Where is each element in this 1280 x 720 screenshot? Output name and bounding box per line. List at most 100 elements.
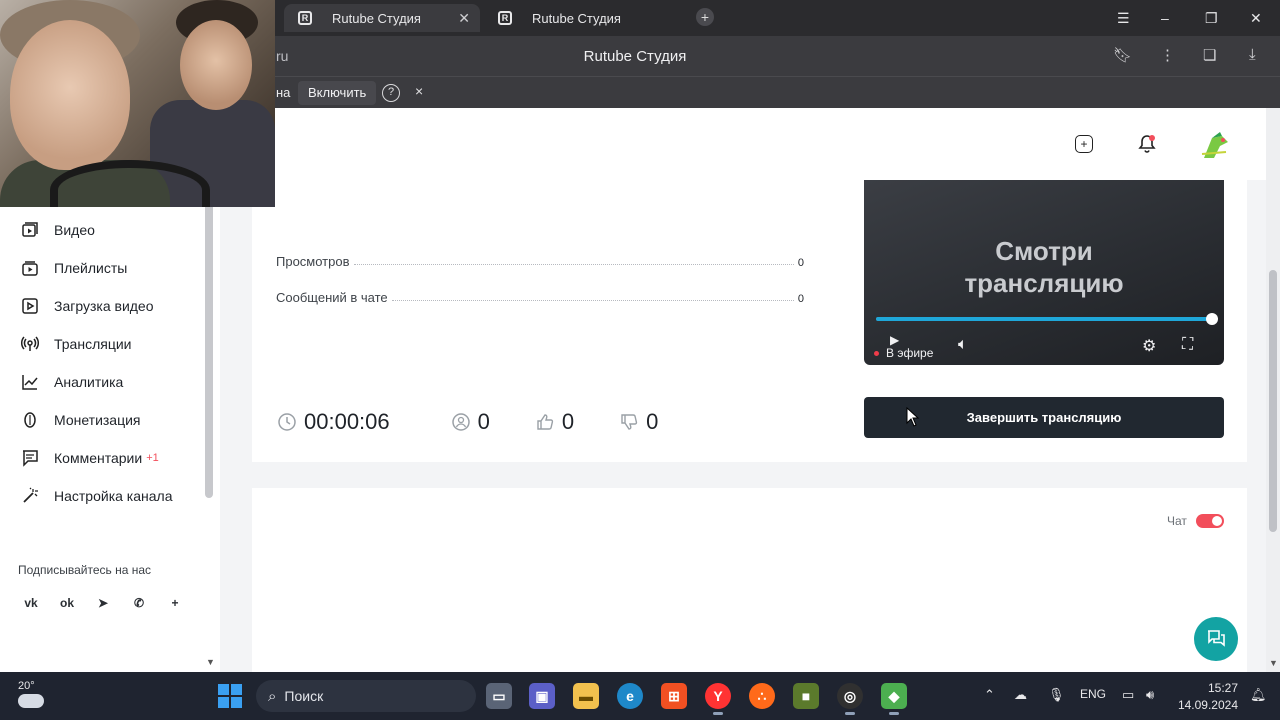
duration-counter: 00:00:06 (276, 409, 390, 435)
telegram-icon[interactable]: ➤ (91, 596, 115, 614)
sidebar-scroll-down-icon[interactable]: ▼ (206, 657, 215, 667)
edge-icon[interactable]: e (617, 683, 643, 709)
add-content-icon[interactable]: + (1068, 128, 1100, 160)
tab-close-icon[interactable]: ✕ (458, 10, 470, 27)
webcam-person-face (180, 20, 252, 110)
live-label: В эфире (886, 346, 934, 360)
sidebar-item-playlists[interactable]: Плейлисты (20, 256, 127, 280)
folder-icon[interactable]: ▬ (573, 683, 599, 709)
chat-card (252, 488, 1247, 672)
tab-title: Rutube Студия (532, 10, 621, 26)
vk-icon[interactable]: vk (19, 596, 43, 614)
taskbar-search[interactable]: ⌕ Поиск (256, 680, 476, 712)
clock-time: 15:27 (1207, 681, 1238, 695)
system-clock[interactable]: 15:27 14.09.2024 (1176, 680, 1238, 714)
page-scrollbar-thumb[interactable] (1269, 270, 1277, 532)
more-social-icon[interactable]: + (163, 596, 187, 614)
browser-tab[interactable]: R Rutube Студия (484, 4, 680, 32)
file-manager-icon[interactable]: ▭ (486, 683, 512, 709)
support-chat-icon[interactable] (1194, 617, 1238, 661)
notification-bell-icon[interactable]: 🔔︎ (1250, 687, 1267, 703)
duration-value: 00:00:06 (304, 409, 390, 434)
bookmark-icon[interactable]: 🔖︎ (1113, 46, 1132, 64)
volume-icon[interactable]: 🔈︎ (958, 336, 968, 354)
viewers-icon (450, 411, 472, 433)
video-player[interactable]: Смотри трансляцию ▶ В эфире 🔈︎ ⚙ ⛶ (864, 180, 1224, 365)
likes-value: 0 (561, 409, 575, 434)
collections-icon[interactable]: ❏ (1203, 46, 1216, 64)
sidebar-item-upload[interactable]: Загрузка видео (20, 294, 154, 318)
scroll-down-icon[interactable]: ▼ (1269, 658, 1278, 668)
store-icon[interactable]: ⊞ (661, 683, 687, 709)
new-tab-icon[interactable]: + (696, 8, 714, 26)
toggle-knob (1212, 516, 1222, 526)
teams-icon[interactable]: ▣ (529, 683, 555, 709)
notifications-icon[interactable] (1131, 128, 1163, 160)
progress-knob[interactable] (1206, 313, 1218, 325)
stat-views: Просмотров 0 (276, 251, 804, 269)
fullscreen-icon[interactable]: ⛶ (1182, 336, 1193, 354)
restore-icon[interactable]: ❐ (1205, 10, 1218, 27)
stat-chat-messages: Сообщений в чате 0 (276, 287, 804, 305)
language-indicator[interactable]: ENG (1080, 687, 1106, 701)
ok-icon[interactable]: ok (55, 596, 79, 614)
sidebar-item-label: Монетизация (54, 412, 141, 428)
sidebar-item-monetization[interactable]: Монетизация (20, 408, 141, 432)
tab-title: Rutube Студия (332, 10, 421, 26)
weather-widget[interactable]: 20° (18, 680, 44, 708)
speaker-icon[interactable]: 🔊︎ (1146, 687, 1154, 703)
thumbs-up-icon (534, 411, 556, 433)
active-app-indicator (889, 712, 899, 715)
sidebar-item-video[interactable]: Видео (20, 218, 95, 242)
analytics-icon (20, 372, 40, 392)
sidebar-item-broadcasts[interactable]: Трансляции (20, 332, 131, 356)
microphone-icon[interactable]: 🎙︎ (1048, 687, 1065, 703)
sidebar-item-label: Загрузка видео (54, 298, 154, 314)
minimize-icon[interactable]: – (1161, 10, 1169, 26)
sidebar-item-label: Комментарии (54, 450, 143, 466)
player-title-line1: Смотри (995, 236, 1093, 266)
sidebar-scrollbar[interactable] (205, 180, 213, 498)
sidebar-item-label: Плейлисты (54, 260, 128, 276)
yandex-browser-icon[interactable]: Y (705, 683, 731, 709)
viber-icon[interactable]: ✆ (127, 596, 151, 614)
progress-bar[interactable] (876, 313, 1218, 325)
tray-expand-icon[interactable]: ⌃ (984, 687, 995, 703)
avatar[interactable] (1198, 128, 1232, 162)
sidebar-item-channel-settings[interactable]: Настройка канала (20, 484, 173, 508)
onedrive-icon[interactable]: ☁ (1014, 687, 1027, 703)
minecraft-icon[interactable]: ■ (793, 683, 819, 709)
clock-date: 14.09.2024 (1177, 698, 1238, 712)
temperature: 20° (18, 680, 35, 692)
info-close-icon[interactable]: × (415, 83, 423, 99)
stat-value: 0 (797, 257, 804, 269)
network-icon[interactable]: ▭ (1122, 687, 1134, 703)
page-scrollbar[interactable]: ▼ (1266, 108, 1280, 672)
browser-tab-active[interactable]: R Rutube Студия ✕ (284, 4, 480, 32)
help-icon[interactable]: ? (382, 84, 400, 102)
broadcast-icon (20, 334, 40, 354)
dislikes-value: 0 (646, 409, 659, 434)
enable-button[interactable]: Включить (298, 81, 377, 105)
play-icon[interactable]: ▶ (890, 333, 899, 347)
cloud-icon (18, 694, 44, 708)
minecraft-launcher-icon[interactable]: ◆ (881, 683, 907, 709)
sidebar-item-analytics[interactable]: Аналитика (20, 370, 123, 394)
settings-icon[interactable]: ⚙ (1142, 336, 1156, 356)
video-icon (20, 220, 40, 240)
player-title-line2: трансляцию (964, 268, 1124, 298)
search-icon: ⌕ (268, 687, 277, 705)
app-icon[interactable]: ∴ (749, 683, 775, 709)
rutube-favicon-icon: R (498, 11, 512, 25)
chat-toggle[interactable] (1196, 514, 1224, 528)
obs-icon[interactable]: ◎ (837, 683, 863, 709)
thumbs-down-icon (618, 411, 640, 433)
browser-menu-icon[interactable]: ☰ (1117, 10, 1130, 27)
more-icon[interactable]: ⋮ (1160, 46, 1175, 64)
sidebar-item-comments[interactable]: Комментарии +1 (20, 446, 159, 470)
dot-leader (353, 264, 794, 265)
start-button[interactable] (218, 684, 242, 708)
follow-us-title: Подписывайтесь на нас (18, 563, 152, 577)
download-icon[interactable]: ⤓ (1249, 46, 1256, 63)
close-window-icon[interactable]: ✕ (1250, 10, 1262, 27)
